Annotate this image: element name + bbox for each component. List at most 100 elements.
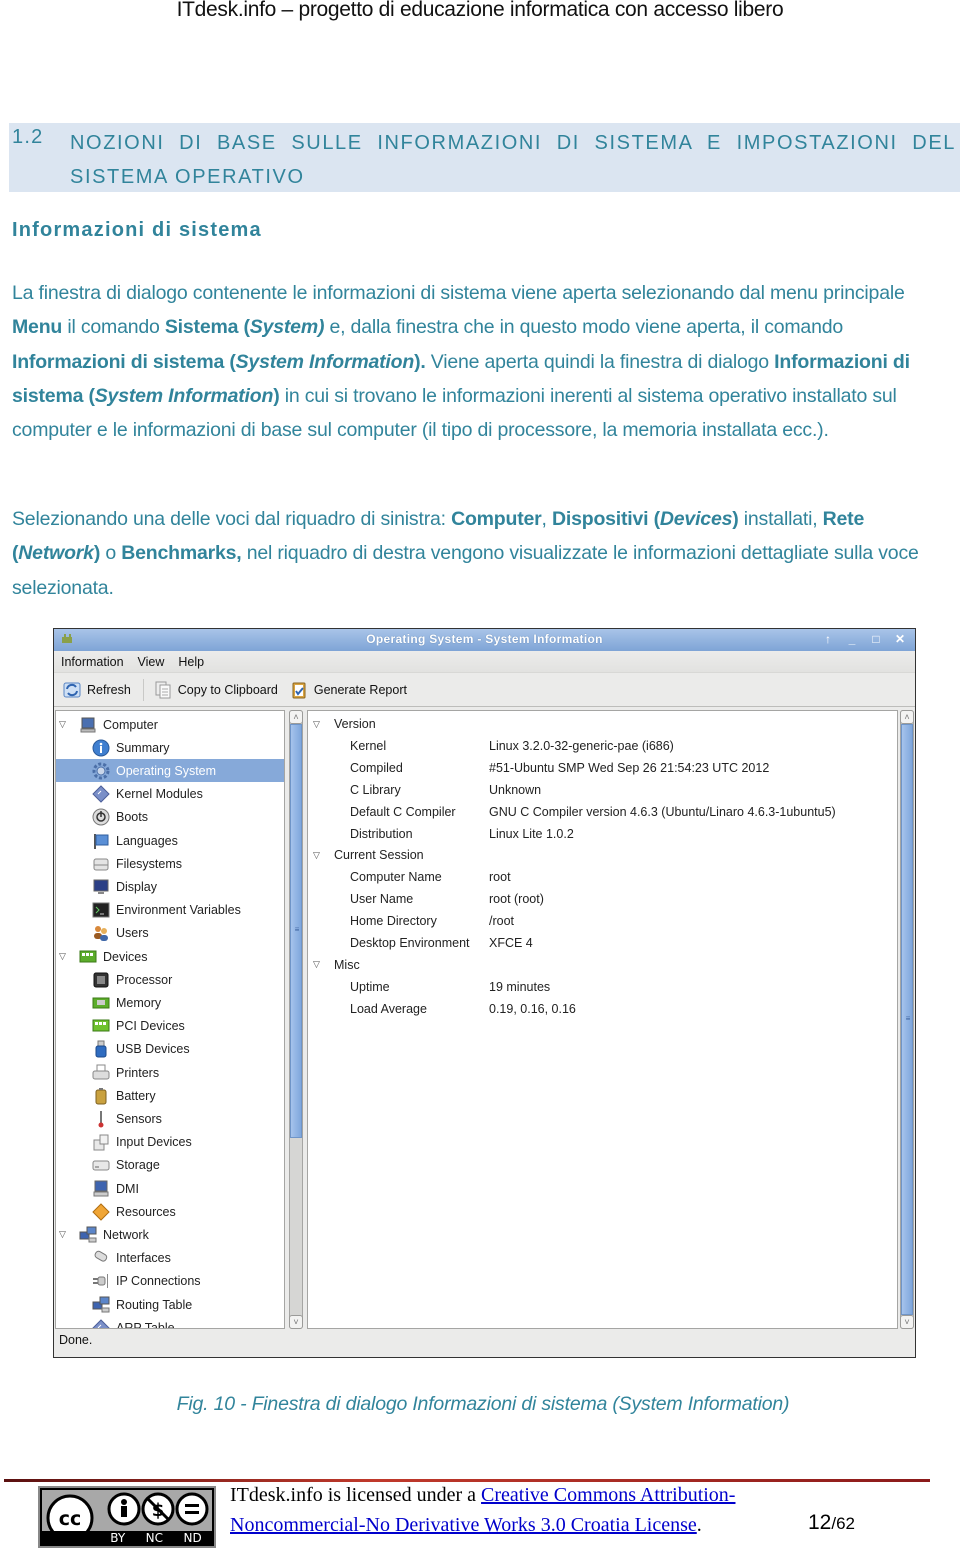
tree-scrollbar-thumb[interactable]: ≡ [290, 724, 302, 1138]
info-row[interactable]: C Library Unknown [308, 779, 897, 801]
shade-button[interactable]: ↑ [821, 632, 835, 646]
info-row[interactable]: Uptime 19 minutes [308, 976, 897, 998]
tree-item-devices[interactable]: ▽ Devices [56, 945, 284, 968]
tree-item-users[interactable]: Users [56, 922, 284, 945]
info-row[interactable]: Load Average 0.19, 0.16, 0.16 [308, 998, 897, 1020]
dmi-icon [93, 1180, 109, 1196]
storage-icon [92, 1160, 110, 1171]
license-link-2[interactable]: Noncommercial-No Derivative Works 3.0 Cr… [230, 1514, 697, 1536]
details-scroll-up-button[interactable]: ˄ [900, 710, 914, 724]
details-scroll-down-button[interactable]: ˅ [900, 1315, 914, 1329]
report-icon [292, 682, 306, 698]
tree-item-label: Resources [116, 1204, 176, 1219]
tree-item-sensors[interactable]: Sensors [56, 1107, 284, 1130]
tree-item-display[interactable]: Display [56, 875, 284, 898]
refresh-button[interactable]: Refresh [63, 681, 131, 699]
usb-icon [95, 1040, 107, 1058]
tree-item-environment-variables[interactable]: Environment Variables [56, 899, 284, 922]
report-label: Generate Report [313, 682, 407, 697]
tree-item-usb-devices[interactable]: USB Devices [56, 1038, 284, 1061]
info-key: Uptime [350, 979, 390, 994]
tree-item-boots[interactable]: Boots [56, 806, 284, 829]
menu-information[interactable]: Information [61, 655, 124, 669]
cc-label-by: BY [110, 1531, 126, 1545]
interface-icon [94, 1250, 108, 1262]
license-line-2: Noncommercial-No Derivative Works 3.0 Cr… [230, 1514, 702, 1537]
info-value: #51-Ubuntu SMP Wed Sep 26 21:54:23 UTC 2… [489, 760, 770, 775]
info-key: C Library [350, 782, 401, 797]
info-value: root [489, 870, 511, 885]
details-scrollbar[interactable]: ˄ ≡ ˅ [900, 710, 914, 1329]
expander-icon[interactable]: ▽ [59, 1229, 71, 1240]
tree-item-languages[interactable]: Languages [56, 829, 284, 852]
info-group-version[interactable]: ▽ Version [308, 713, 897, 735]
expander-icon[interactable]: ▽ [313, 850, 325, 861]
info-key: Desktop Environment [350, 936, 470, 950]
info-value: /root [489, 914, 515, 929]
expander-icon[interactable]: ▽ [313, 719, 325, 730]
tree-scroll-down-button[interactable]: ˅ [289, 1315, 303, 1329]
tree-item-network[interactable]: ▽ Network [56, 1223, 284, 1246]
tree-item-storage[interactable]: Storage [56, 1154, 284, 1177]
cc-icons: cc $ [46, 1492, 209, 1542]
info-group-misc[interactable]: ▽ Misc [308, 954, 897, 976]
info-value: GNU C Compiler version 4.6.3 (Ubuntu/Lin… [489, 804, 836, 819]
body-text: Viene aperta quindi la finestra di dialo… [425, 350, 775, 373]
info-row[interactable]: Kernel Linux 3.2.0-32-generic-pae (i686) [308, 735, 897, 757]
tree-item-processor[interactable]: Processor [56, 968, 284, 991]
emphasis-text: System Information [94, 384, 274, 407]
category-tree: ▽ Computer Summary Operating System Kernel M… [55, 710, 285, 1329]
info-row[interactable]: Computer Name root [308, 866, 897, 888]
tree-item-label: Interfaces [116, 1251, 171, 1266]
system-information-window: Operating System - System Information ↑ … [53, 628, 916, 1358]
tree-item-operating-system[interactable]: Operating System [56, 759, 284, 783]
tree-item-resources[interactable]: Resources [56, 1200, 284, 1223]
tree-item-routing-table[interactable]: Routing Table [56, 1293, 284, 1316]
expander-icon[interactable]: ▽ [59, 719, 71, 730]
copy-to-clipboard-button[interactable]: Copy to Clipboard [154, 681, 278, 699]
maximize-button[interactable]: □ [869, 632, 883, 646]
cc-license-badge[interactable]: cc $ BY NC ND [38, 1486, 216, 1548]
tree-item-kernel-modules[interactable]: Kernel Modules [56, 783, 284, 806]
info-row[interactable]: Home Directory/root [308, 910, 897, 932]
expander-icon[interactable]: ▽ [59, 951, 71, 962]
generate-report-button[interactable]: Generate Report [290, 681, 407, 699]
tree-item-input-devices[interactable]: Input Devices [56, 1131, 284, 1154]
info-row[interactable]: User Name root (root) [308, 888, 897, 910]
tree-item-dmi[interactable]: DMI [56, 1177, 284, 1200]
tree-item-summary[interactable]: Summary [56, 736, 284, 759]
tree-item-computer[interactable]: ▽ Computer [56, 713, 284, 736]
tree-scrollbar[interactable]: ˄ ≡ ˅ [289, 710, 303, 1329]
tree-item-battery[interactable]: Battery [56, 1084, 284, 1107]
menu-help[interactable]: Help [178, 655, 204, 669]
emphasis-text: Dispositivi ( [551, 508, 660, 530]
menu-view[interactable]: View [138, 655, 165, 669]
license-link-1[interactable]: Creative Commons Attribution- [481, 1484, 735, 1506]
info-key: Kernel [350, 738, 387, 753]
window-titlebar[interactable]: Operating System - System Information ↑ … [54, 629, 915, 651]
info-row[interactable]: Compiled #51-Ubuntu SMP Wed Sep 26 21:54:… [308, 757, 897, 779]
tree-item-ip-connections[interactable]: IP Connections [56, 1270, 284, 1293]
tree-item-pci-devices[interactable]: PCI Devices [56, 1015, 284, 1038]
tree-scroll-up-button[interactable]: ˄ [289, 710, 303, 724]
info-row[interactable]: Desktop Environment XFCE 4 [308, 932, 897, 954]
info-row[interactable]: Distribution Linux Lite 1.0.2 [308, 823, 897, 845]
tree-item-printers[interactable]: Printers [56, 1061, 284, 1084]
info-group-current-session[interactable]: ▽ Current Session [308, 844, 897, 866]
menubar: Information View Help [54, 651, 915, 673]
footer-rule [4, 1479, 930, 1482]
minimize-button[interactable]: _ [845, 632, 859, 646]
details-scrollbar-thumb[interactable]: ≡ [901, 724, 913, 1315]
expander-icon[interactable]: ▽ [313, 959, 325, 970]
tree-item-filesystems[interactable]: Filesystems [56, 852, 284, 875]
tree-item-label: DMI [116, 1181, 139, 1196]
info-key: Compiled [350, 760, 403, 775]
tree-item-label: Display [116, 879, 157, 894]
memory-icon [92, 997, 110, 1009]
tree-item-interfaces[interactable]: Interfaces [56, 1247, 284, 1270]
license-prefix: ITdesk.info is licensed under a [230, 1484, 482, 1506]
tree-item-memory[interactable]: Memory [56, 991, 284, 1014]
close-button[interactable]: ✕ [893, 632, 907, 646]
tree-item-label: Routing Table [116, 1297, 193, 1312]
info-row[interactable]: Default C Compiler GNU C Compiler version… [308, 801, 897, 823]
